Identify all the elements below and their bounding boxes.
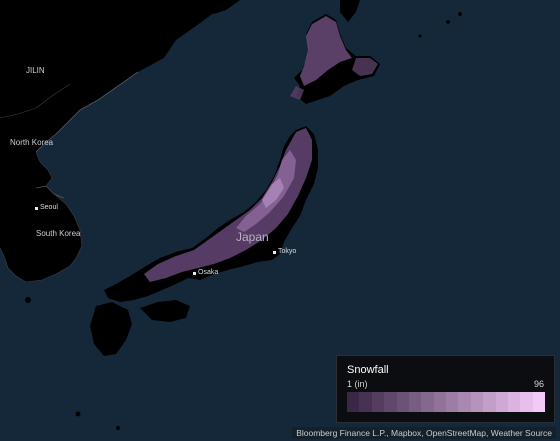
legend-color-step	[384, 392, 397, 412]
island	[116, 426, 120, 430]
snowfall-legend: Snowfall 1 (in) 96	[336, 355, 555, 423]
region-label-jilin: JILIN	[26, 66, 45, 75]
legend-color-step	[396, 392, 409, 412]
legend-color-step	[520, 392, 533, 412]
legend-color-step	[483, 392, 496, 412]
legend-max-label: 96	[533, 379, 544, 389]
island	[25, 297, 31, 303]
legend-color-step	[371, 392, 385, 412]
island	[458, 12, 462, 16]
legend-color-scale	[347, 392, 545, 412]
city-dot-tokyo	[273, 251, 276, 254]
legend-color-step	[433, 392, 446, 412]
island	[418, 34, 422, 38]
legend-color-step	[507, 392, 521, 412]
island	[446, 20, 450, 24]
country-label-north-korea: North Korea	[10, 138, 54, 147]
country-label-japan: Japan	[236, 230, 269, 244]
city-label-seoul: Seoul	[40, 204, 58, 211]
city-dot-osaka	[193, 272, 196, 275]
legend-color-step	[347, 392, 360, 412]
legend-color-step	[408, 392, 422, 412]
city-dot-seoul	[35, 207, 38, 210]
island	[75, 411, 81, 417]
legend-color-step	[470, 392, 484, 412]
legend-color-step	[458, 392, 471, 412]
legend-title: Snowfall	[347, 364, 389, 376]
legend-color-step	[495, 392, 508, 412]
snowfall-map[interactable]: JILIN North Korea South Korea Japan Seou…	[0, 0, 560, 441]
city-label-osaka: Osaka	[198, 269, 219, 276]
legend-color-step	[446, 392, 459, 412]
legend-color-step	[421, 392, 434, 412]
legend-min-label: 1 (in)	[347, 379, 368, 389]
city-label-tokyo: Tokyo	[278, 248, 297, 255]
country-label-south-korea: South Korea	[36, 229, 81, 238]
legend-color-step	[359, 392, 372, 412]
map-attribution[interactable]: Bloomberg Finance L.P., Mapbox, OpenStre…	[292, 427, 556, 439]
legend-color-step	[532, 392, 545, 412]
